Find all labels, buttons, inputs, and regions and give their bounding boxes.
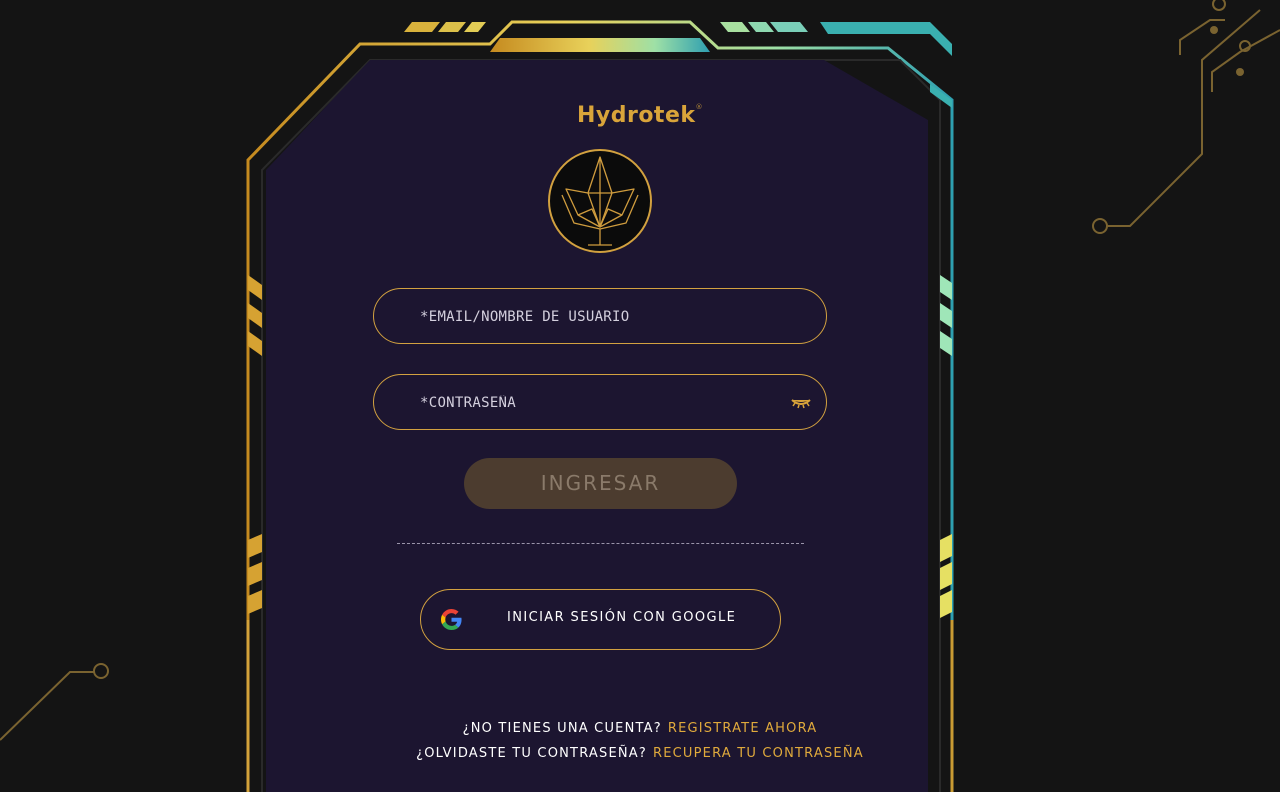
password-field (373, 374, 827, 430)
register-link[interactable]: REGISTRATE AHORA (668, 721, 818, 736)
recover-password-link[interactable]: RECUPERA TU CONTRASEÑA (653, 746, 864, 761)
register-line: ¿NO TIENES UNA CUENTA? REGISTRATE AHORA (0, 721, 1280, 736)
register-question: ¿NO TIENES UNA CUENTA? (462, 721, 662, 736)
crystal-plant-logo-icon (548, 149, 652, 253)
password-input[interactable] (418, 387, 782, 419)
closed-eye-icon[interactable] (790, 394, 812, 410)
login-button[interactable]: INGRESAR (464, 458, 737, 509)
brand-title: Hydrotek® (0, 103, 1280, 128)
google-signin-label: INICIAR SESIÓN CON GOOGLE (507, 610, 737, 625)
registered-mark: ® (695, 103, 704, 111)
forgot-line: ¿OLVIDASTE TU CONTRASEÑA? RECUPERA TU CON… (0, 746, 1280, 761)
google-icon (441, 609, 462, 630)
google-signin-button[interactable]: INICIAR SESIÓN CON GOOGLE (420, 589, 781, 650)
brand-name: Hydrotek (576, 103, 696, 128)
forgot-question: ¿OLVIDASTE TU CONTRASEÑA? (416, 746, 647, 761)
email-field (373, 288, 827, 344)
email-input[interactable] (418, 301, 782, 333)
divider (397, 543, 804, 544)
